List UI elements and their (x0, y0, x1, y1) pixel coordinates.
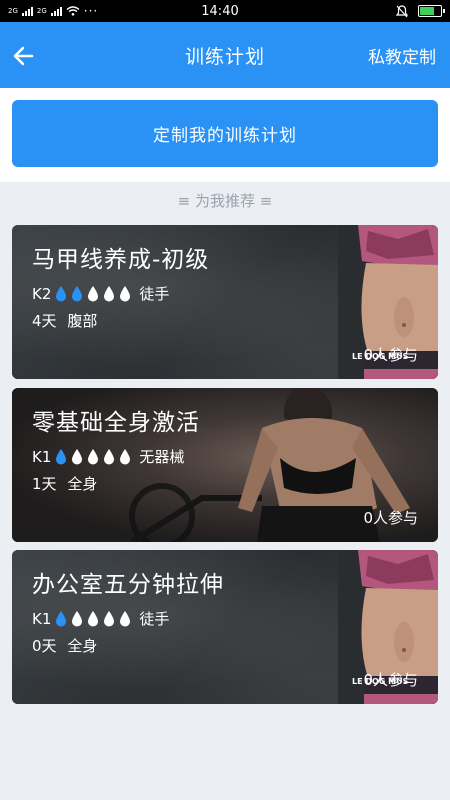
clock: 14:40 (201, 3, 239, 19)
drop-icon (104, 286, 115, 302)
plan-title: 马甲线养成-初级 (32, 247, 210, 273)
signal-icon (21, 6, 33, 16)
duration-label: 1天 (32, 475, 57, 493)
card-content: 零基础全身激活 K1 无器械 1天 全身 (32, 408, 200, 494)
body-part-label: 全身 (67, 637, 98, 655)
equipment-label: 徒手 (139, 285, 170, 303)
plan-title: 办公室五分钟拉伸 (32, 572, 224, 598)
difficulty-rating (55, 448, 131, 465)
drop-icon (88, 286, 99, 302)
plan-card[interactable]: LE DOG MUS 办公室五分钟拉伸 K1 徒手 0天 全身 0人参与 (12, 550, 438, 704)
drop-icon (72, 286, 83, 302)
plan-card[interactable]: 零基础全身激活 K1 无器械 1天 全身 0人参与 (12, 388, 438, 542)
status-bar: 2G 2G ··· 14:40 (0, 0, 450, 22)
wifi-icon (66, 6, 80, 16)
plan-card[interactable]: LE DOG MUS 马甲线养成-初级 K2 徒手 4天 腹部 0人参与 (12, 225, 438, 379)
app-bar: 训练计划 私教定制 (0, 22, 450, 88)
cta-panel: 定制我的训练计划 (0, 88, 450, 182)
bell-muted-icon (396, 4, 408, 17)
drop-icon (56, 286, 67, 302)
plan-sub: 1天 全身 (32, 473, 200, 494)
recommend-section-label: ≡ 为我推荐 ≡ (177, 192, 273, 210)
duration-label: 0天 (32, 637, 57, 655)
level-label: K2 (32, 284, 52, 303)
sim1-label: 2G (8, 6, 18, 15)
drop-icon (88, 449, 99, 465)
plan-sub: 4天 腹部 (32, 310, 209, 331)
level-label: K1 (32, 609, 52, 628)
drop-icon (120, 286, 131, 302)
drop-icon (72, 611, 83, 627)
battery-icon (418, 5, 445, 17)
participants-count: 0人参与 (363, 509, 418, 527)
equipment-label: 无器械 (139, 448, 185, 466)
duration-label: 4天 (32, 312, 57, 330)
card-content: 马甲线养成-初级 K2 徒手 4天 腹部 (32, 245, 209, 331)
equipment-label: 徒手 (139, 610, 170, 628)
plan-meta: K2 徒手 (32, 283, 209, 304)
body-part-label: 腹部 (67, 312, 98, 330)
drop-icon (56, 611, 67, 627)
card-content: 办公室五分钟拉伸 K1 徒手 0天 全身 (32, 570, 224, 656)
sim2-label: 2G (36, 6, 47, 15)
private-coach-button[interactable]: 私教定制 (368, 43, 436, 68)
drop-icon (56, 449, 67, 465)
customize-plan-button[interactable]: 定制我的训练计划 (12, 100, 438, 167)
drop-icon (120, 449, 131, 465)
signal-icon-2 (50, 6, 62, 16)
difficulty-rating (55, 285, 131, 302)
participants-count: 0人参与 (363, 671, 418, 689)
plan-meta: K1 无器械 (32, 446, 200, 467)
drop-icon (104, 611, 115, 627)
level-label: K1 (32, 447, 52, 466)
plan-meta: K1 徒手 (32, 608, 224, 629)
drop-icon (120, 611, 131, 627)
plan-sub: 0天 全身 (32, 635, 224, 656)
body-part-label: 全身 (67, 475, 98, 493)
more-notifications-icon: ··· (83, 4, 99, 18)
plan-title: 零基础全身激活 (32, 410, 200, 436)
drop-icon (104, 449, 115, 465)
participants-count: 0人参与 (363, 346, 418, 364)
drop-icon (88, 611, 99, 627)
drop-icon (72, 449, 83, 465)
difficulty-rating (55, 610, 131, 627)
